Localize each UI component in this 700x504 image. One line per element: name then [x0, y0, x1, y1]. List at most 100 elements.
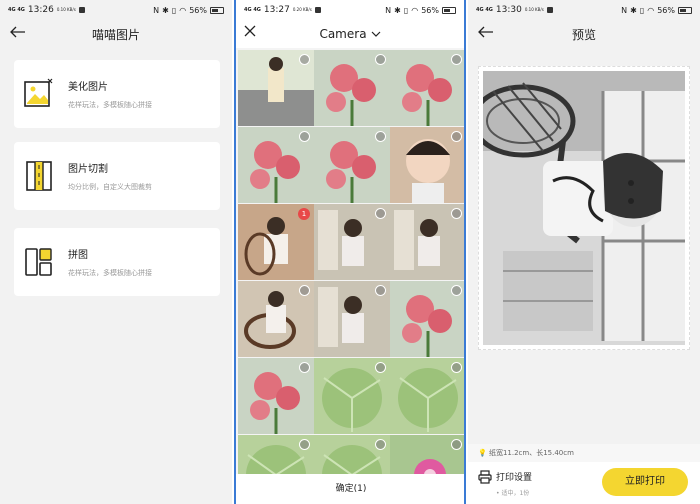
- status-time: 13:27: [263, 5, 290, 15]
- print-bottom-bar: 打印设置 • 适中，1份 立即打印: [468, 462, 700, 504]
- photo-thumbnail[interactable]: [314, 358, 390, 434]
- paper-size-text: 纸宽11.2cm、长15.40cm: [488, 449, 574, 457]
- signal-indicator: 4G 4G: [8, 6, 25, 13]
- photo-thumbnail[interactable]: [314, 127, 390, 203]
- notification-icon: [78, 7, 85, 13]
- status-time: 13:30: [495, 5, 522, 15]
- card-title: 拼图: [68, 250, 88, 261]
- status-bar: 4G 4G 13:27 0.20 KB/s N ✱ ▯ ◠ 56%: [236, 0, 464, 20]
- lightbulb-icon: 💡: [478, 449, 487, 457]
- net-speed: 0.10 KB/s: [56, 7, 76, 12]
- battery-level: 56%: [421, 5, 439, 15]
- nfc-icon: N: [153, 5, 160, 15]
- status-time: 13:26: [27, 5, 54, 15]
- select-circle-icon[interactable]: [451, 54, 462, 65]
- net-speed: 0.20 KB/s: [292, 7, 312, 12]
- photo-thumbnail[interactable]: [390, 358, 464, 434]
- bluetooth-icon: ✱: [630, 5, 637, 15]
- photo-thumbnail[interactable]: [238, 435, 314, 474]
- back-arrow-icon[interactable]: [478, 26, 494, 42]
- nfc-icon: N: [385, 5, 392, 15]
- select-circle-icon[interactable]: [451, 439, 462, 450]
- photo-thumbnail[interactable]: [314, 435, 390, 474]
- select-circle-icon[interactable]: [451, 362, 462, 373]
- image-edit-icon: [24, 78, 53, 107]
- battery-icon: [678, 6, 692, 14]
- printer-icon[interactable]: [478, 470, 492, 484]
- photo-thumbnail[interactable]: [390, 204, 464, 280]
- print-settings-label[interactable]: 打印设置: [496, 470, 532, 483]
- select-circle-icon[interactable]: [299, 54, 310, 65]
- net-speed: 0.10 KB/s: [524, 7, 544, 12]
- select-circle-icon[interactable]: [451, 208, 462, 219]
- photo-thumbnail[interactable]: [390, 281, 464, 357]
- screen-print-preview: 4G 4G 13:30 0.10 KB/s N ✱ ▯ ◠ 56% 预览 💡 纸…: [468, 0, 700, 504]
- confirm-button[interactable]: 确定(1): [236, 474, 464, 504]
- photo-thumbnail[interactable]: [238, 50, 314, 126]
- bluetooth-icon: ✱: [162, 5, 169, 15]
- selection-count-badge[interactable]: 1: [298, 208, 310, 220]
- top-bar: 预览: [468, 20, 700, 48]
- photo-thumbnail[interactable]: [238, 127, 314, 203]
- photo-thumbnail[interactable]: [390, 50, 464, 126]
- close-icon[interactable]: [244, 25, 256, 41]
- card-collage[interactable]: 拼图 花样玩法，多模板随心拼接: [14, 228, 220, 296]
- top-bar: Camera: [236, 20, 464, 48]
- wifi-icon: ◠: [411, 5, 419, 15]
- page-title: 预览: [571, 27, 596, 42]
- select-circle-icon[interactable]: [451, 131, 462, 142]
- battery-icon: [442, 6, 456, 14]
- photo-thumbnail[interactable]: [390, 127, 464, 203]
- vibrate-icon: ▯: [639, 5, 645, 15]
- page-title: 喵喵图片: [91, 27, 140, 42]
- paper-size-info: 💡 纸宽11.2cm、长15.40cm: [468, 444, 700, 462]
- screenshot-root: 4G 4G 13:26 0.10 KB/s N ✱ ▯ ◠ 56% 喵喵图片 美…: [0, 0, 700, 504]
- photo-thumbnail[interactable]: 1: [238, 204, 314, 280]
- vibrate-icon: ▯: [171, 5, 177, 15]
- battery-level: 56%: [189, 5, 207, 15]
- select-circle-icon[interactable]: [375, 131, 386, 142]
- photo-thumbnail[interactable]: [314, 204, 390, 280]
- photo-grid: 1: [236, 50, 464, 474]
- select-circle-icon[interactable]: [375, 54, 386, 65]
- photo-thumbnail[interactable]: [390, 435, 464, 474]
- select-circle-icon[interactable]: [375, 285, 386, 296]
- photo-thumbnail[interactable]: [314, 50, 390, 126]
- card-subtitle: 均分比例，自定义大图裁剪: [68, 183, 152, 191]
- vibrate-icon: ▯: [403, 5, 409, 15]
- select-circle-icon[interactable]: [375, 439, 386, 450]
- select-circle-icon[interactable]: [299, 285, 310, 296]
- collage-icon: [25, 248, 52, 276]
- chevron-down-icon: [371, 31, 380, 37]
- select-circle-icon[interactable]: [299, 362, 310, 373]
- photo-thumbnail[interactable]: [238, 281, 314, 357]
- album-dropdown[interactable]: Camera: [319, 27, 380, 41]
- wifi-icon: ◠: [647, 5, 655, 15]
- select-circle-icon[interactable]: [375, 208, 386, 219]
- screen-photo-picker: 4G 4G 13:27 0.20 KB/s N ✱ ▯ ◠ 56% Camera…: [234, 0, 466, 504]
- print-settings-summary: • 适中，1份: [496, 490, 530, 497]
- photo-thumbnail[interactable]: [238, 358, 314, 434]
- signal-indicator: 4G 4G: [476, 6, 493, 13]
- photo-thumbnail[interactable]: [314, 281, 390, 357]
- bluetooth-icon: ✱: [394, 5, 401, 15]
- card-beautify-image[interactable]: 美化图片 花样玩法，多模板随心拼接: [14, 60, 220, 128]
- battery-level: 56%: [657, 5, 675, 15]
- select-circle-icon[interactable]: [299, 439, 310, 450]
- card-subtitle: 花样玩法，多模板随心拼接: [68, 269, 152, 277]
- select-circle-icon[interactable]: [375, 362, 386, 373]
- status-bar: 4G 4G 13:26 0.10 KB/s N ✱ ▯ ◠ 56%: [0, 0, 232, 20]
- card-subtitle: 花样玩法，多模板随心拼接: [68, 101, 152, 109]
- print-now-button[interactable]: 立即打印: [602, 468, 688, 496]
- card-cut-image[interactable]: 图片切割 均分比例，自定义大图裁剪: [14, 142, 220, 210]
- print-preview-frame: [478, 66, 690, 350]
- cut-strip-icon: [26, 161, 52, 191]
- notification-icon: [314, 7, 321, 13]
- select-circle-icon[interactable]: [451, 285, 462, 296]
- back-arrow-icon[interactable]: [10, 26, 26, 42]
- album-name: Camera: [319, 27, 367, 41]
- battery-icon: [210, 6, 224, 14]
- select-circle-icon[interactable]: [299, 131, 310, 142]
- preview-photo: [483, 71, 685, 345]
- status-bar: 4G 4G 13:30 0.10 KB/s N ✱ ▯ ◠ 56%: [468, 0, 700, 20]
